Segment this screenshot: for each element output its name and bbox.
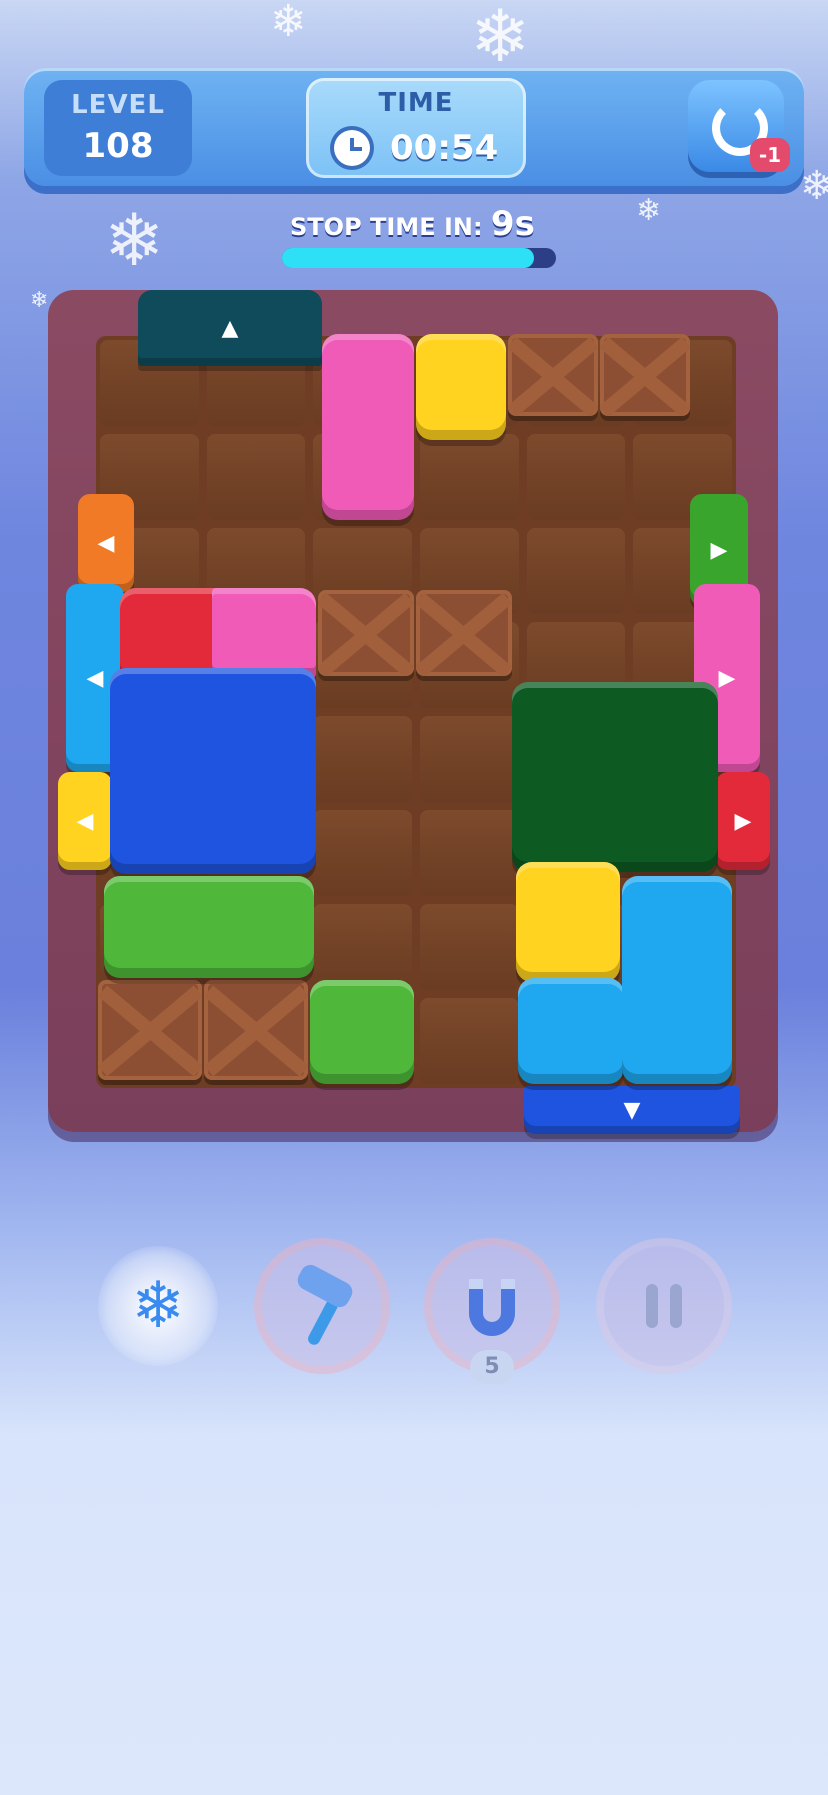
hammer-icon (297, 1264, 353, 1345)
green-block-horizontal[interactable] (104, 876, 314, 978)
stop-time-label: STOP TIME IN: 9s (290, 204, 535, 244)
top-hud: LEVEL 108 TIME 00:54 -1 (24, 68, 804, 186)
wooden-crate-obstacle (98, 980, 202, 1080)
freeze-powerup-button[interactable]: ❄ (98, 1246, 218, 1366)
level-title: LEVEL (71, 90, 165, 120)
pause-button[interactable] (604, 1246, 724, 1366)
exit-gate-teal-top: ▲ (138, 290, 322, 366)
arrow-left-icon: ◀ (86, 665, 104, 691)
arrow-up-icon: ▲ (221, 315, 239, 341)
floor-tile (313, 716, 412, 802)
wooden-crate-obstacle (318, 590, 414, 676)
exit-gate-yellow-left: ◀ (58, 772, 112, 870)
floor-tile (420, 434, 519, 520)
snowflake-decoration: ❄ (104, 198, 165, 282)
floor-tile (420, 810, 519, 896)
time-panel: TIME 00:54 (306, 78, 526, 178)
hammer-powerup-button[interactable] (262, 1246, 382, 1366)
floor-tile (420, 904, 519, 990)
snowflake-decoration: ❄ (470, 0, 531, 78)
magnet-icon (469, 1279, 515, 1336)
stop-time-text: STOP TIME IN: (290, 213, 483, 241)
time-value: 00:54 (390, 128, 499, 168)
yellow-block-comb[interactable] (516, 862, 620, 982)
pink-block-half[interactable] (212, 588, 316, 678)
dark-green-block-large[interactable] (512, 682, 718, 872)
level-panel: LEVEL 108 (44, 80, 192, 176)
magnet-powerup-button[interactable]: 5 (432, 1246, 552, 1384)
level-number: 108 (82, 126, 154, 166)
yellow-block-small[interactable] (416, 334, 506, 440)
floor-tile (313, 810, 412, 896)
exit-gate-blue-bottom: ▼ (524, 1086, 740, 1134)
arrow-left-icon: ◀ (97, 530, 115, 556)
blue-block-large[interactable] (110, 668, 316, 874)
floor-tile (526, 528, 626, 614)
red-block-half[interactable] (120, 588, 218, 678)
snowflake-decoration: ❄ (800, 163, 828, 209)
arrow-right-icon: ▶ (718, 665, 736, 691)
cyan-block-small[interactable] (518, 978, 624, 1084)
arrow-left-icon: ◀ (76, 808, 94, 834)
snowflake-icon: ❄ (131, 1269, 185, 1343)
restart-button[interactable]: -1 (688, 80, 790, 172)
green-block-small[interactable] (310, 980, 414, 1084)
wooden-crate-obstacle (508, 334, 598, 416)
exit-gate-red-right: ▶ (716, 772, 770, 870)
wooden-crate-obstacle (600, 334, 690, 416)
wooden-crate-obstacle (416, 590, 512, 676)
clock-icon (334, 130, 370, 166)
pink-block-vertical[interactable] (322, 334, 414, 520)
cyan-block-vertical[interactable] (622, 876, 732, 1084)
time-title: TIME (378, 88, 454, 118)
arrow-right-icon: ▶ (734, 808, 752, 834)
floor-tile (420, 998, 519, 1084)
floor-tile (313, 904, 412, 990)
stop-time-progress-fill (282, 248, 535, 268)
stop-time-progress (282, 248, 556, 268)
floor-tile (206, 434, 306, 520)
heart-life-icon: -1 (750, 138, 790, 172)
floor-tile (526, 434, 626, 520)
stop-time-value: 9s (490, 204, 535, 244)
wooden-crate-obstacle (204, 980, 308, 1080)
pause-icon (646, 1284, 682, 1328)
floor-tile (420, 716, 519, 802)
exit-gate-orange-left: ◀ (78, 494, 134, 592)
snowflake-decoration: ❄ (636, 193, 662, 228)
snowflake-decoration: ❄ (270, 0, 307, 47)
arrow-right-icon: ▶ (710, 537, 728, 563)
arrow-down-icon: ▼ (623, 1097, 641, 1123)
snowflake-decoration: ❄ (30, 288, 49, 313)
magnet-count-badge: 5 (470, 1350, 514, 1384)
